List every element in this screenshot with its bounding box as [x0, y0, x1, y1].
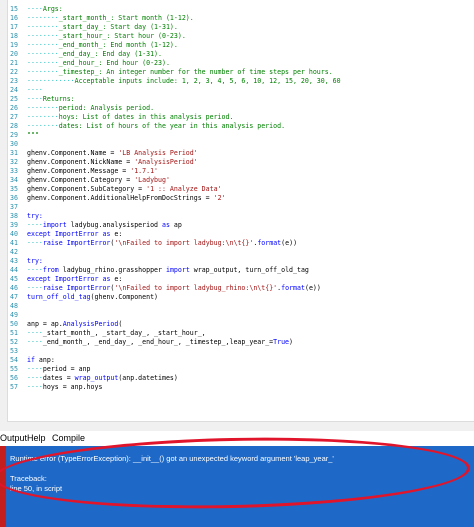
line-number: 35: [10, 185, 18, 193]
line-text: ····Args:: [27, 5, 63, 13]
error-message: Runtime error (TypeErrorException): __in…: [10, 454, 334, 463]
line-text: ············Acceptable inputs include: 1…: [27, 77, 341, 85]
output-left-edge: [0, 446, 6, 527]
line-number: 37: [10, 203, 18, 211]
traceback-label: Traceback:: [10, 474, 47, 483]
line-text: if anp:: [27, 356, 55, 364]
editor-gutter: [0, 0, 8, 433]
menu-help[interactable]: Help: [27, 433, 46, 443]
line-text: try:: [27, 212, 43, 220]
line-text: ····_end_month_, _end_day_, _end_hour_, …: [27, 338, 294, 346]
line-number: 19: [10, 41, 18, 49]
line-number: 21: [10, 59, 18, 67]
line-number: 54: [10, 356, 18, 364]
line-text: ····import ladybug.analysisperiod as ap: [27, 221, 182, 229]
line-number: 56: [10, 374, 18, 382]
line-number: 36: [10, 194, 18, 202]
line-number: 30: [10, 140, 18, 148]
line-number: 49: [10, 311, 18, 319]
line-number: 46: [10, 284, 18, 292]
menu-bar: Output Help Compile: [0, 431, 474, 445]
output-panel: Runtime error (TypeErrorException): __in…: [0, 446, 474, 527]
line-number: 26: [10, 104, 18, 112]
line-text: ····dates = wrap_output(anp.datetimes): [27, 374, 178, 382]
line-number: 22: [10, 68, 18, 76]
line-text: ····Returns:: [27, 95, 75, 103]
line-text: ········hoys: List of dates in this anal…: [27, 113, 234, 121]
line-number: 17: [10, 23, 18, 31]
line-number: 39: [10, 221, 18, 229]
line-text: turn_off_old_tag(ghenv.Component): [27, 293, 159, 301]
line-number: 55: [10, 365, 18, 373]
line-number: 57: [10, 383, 18, 391]
line-number: 28: [10, 122, 18, 130]
line-number: 34: [10, 176, 18, 184]
line-text: ghenv.Component.Name = 'LB Analysis Peri…: [27, 149, 198, 157]
line-text: ····from ladybug_rhino.grasshopper impor…: [27, 266, 309, 274]
menu-compile[interactable]: Compile: [52, 433, 85, 443]
line-number: 23: [10, 77, 18, 85]
line-number: 44: [10, 266, 18, 274]
line-number: 31: [10, 149, 18, 157]
line-number: 51: [10, 329, 18, 337]
line-number: 50: [10, 320, 18, 328]
traceback-line: line 50, in script: [10, 484, 63, 493]
line-text: ghenv.Component.AdditionalHelpFromDocStr…: [27, 194, 226, 202]
line-number: 33: [10, 167, 18, 175]
line-number: 20: [10, 50, 18, 58]
line-number: 41: [10, 239, 18, 247]
line-text: ghenv.Component.NickName = 'AnalysisPeri…: [27, 158, 198, 166]
line-text: ghenv.Component.Category = 'Ladybug': [27, 176, 170, 184]
line-number: 25: [10, 95, 18, 103]
line-text: ········_end_month_: End month (1-12).: [27, 41, 178, 49]
line-text: """: [27, 131, 39, 139]
line-number: 15: [10, 5, 18, 13]
line-number: 48: [10, 302, 18, 310]
line-number: 42: [10, 248, 18, 256]
line-text: ········period: Analysis period.: [27, 104, 155, 112]
line-text: ····period = anp: [27, 365, 91, 373]
line-text: try:: [27, 257, 43, 265]
line-text: ····raise ImportError('\nFailed to impor…: [27, 239, 298, 247]
line-text: except ImportError as e:: [27, 230, 123, 238]
line-text: ········_end_day_: End day (1-31).: [27, 50, 162, 58]
line-text: ········_end_hour_: End hour (0-23).: [27, 59, 170, 67]
line-text: ········dates: List of hours of the year…: [27, 122, 286, 130]
line-number: 45: [10, 275, 18, 283]
line-number: 52: [10, 338, 18, 346]
menu-output[interactable]: Output: [0, 433, 27, 443]
line-number: 32: [10, 158, 18, 166]
line-text: ghenv.Component.Message = '1.7.1': [27, 167, 159, 175]
line-number: 47: [10, 293, 18, 301]
line-number: 27: [10, 113, 18, 121]
line-text: ····raise ImportError('\nFailed to impor…: [27, 284, 321, 292]
line-number: 40: [10, 230, 18, 238]
line-number: 24: [10, 86, 18, 94]
line-number: 29: [10, 131, 18, 139]
line-text: except ImportError as e:: [27, 275, 123, 283]
line-text: ········_start_hour_: Start hour (0-23).: [27, 32, 186, 40]
line-text: ghenv.Component.SubCategory = '1 :: Anal…: [27, 185, 222, 193]
line-text: ········_timestep_: An integer number fo…: [27, 68, 333, 76]
line-text: anp = ap.AnalysisPeriod(: [27, 320, 123, 328]
line-text: ····hoys = anp.hoys: [27, 383, 103, 391]
line-text: ····: [27, 86, 43, 94]
line-text: ····_start_month_, _start_day_, _start_h…: [27, 329, 206, 337]
line-number: 43: [10, 257, 18, 265]
line-text: ········_start_month_: Start month (1-12…: [27, 14, 194, 22]
line-text: ········_start_day_: Start day (1-31).: [27, 23, 178, 31]
line-number: 53: [10, 347, 18, 355]
line-number: 38: [10, 212, 18, 220]
line-number: 18: [10, 32, 18, 40]
line-number: 16: [10, 14, 18, 22]
code-editor[interactable]: 15 ····Args: 16 ········_start_month_: Star…: [0, 0, 474, 433]
